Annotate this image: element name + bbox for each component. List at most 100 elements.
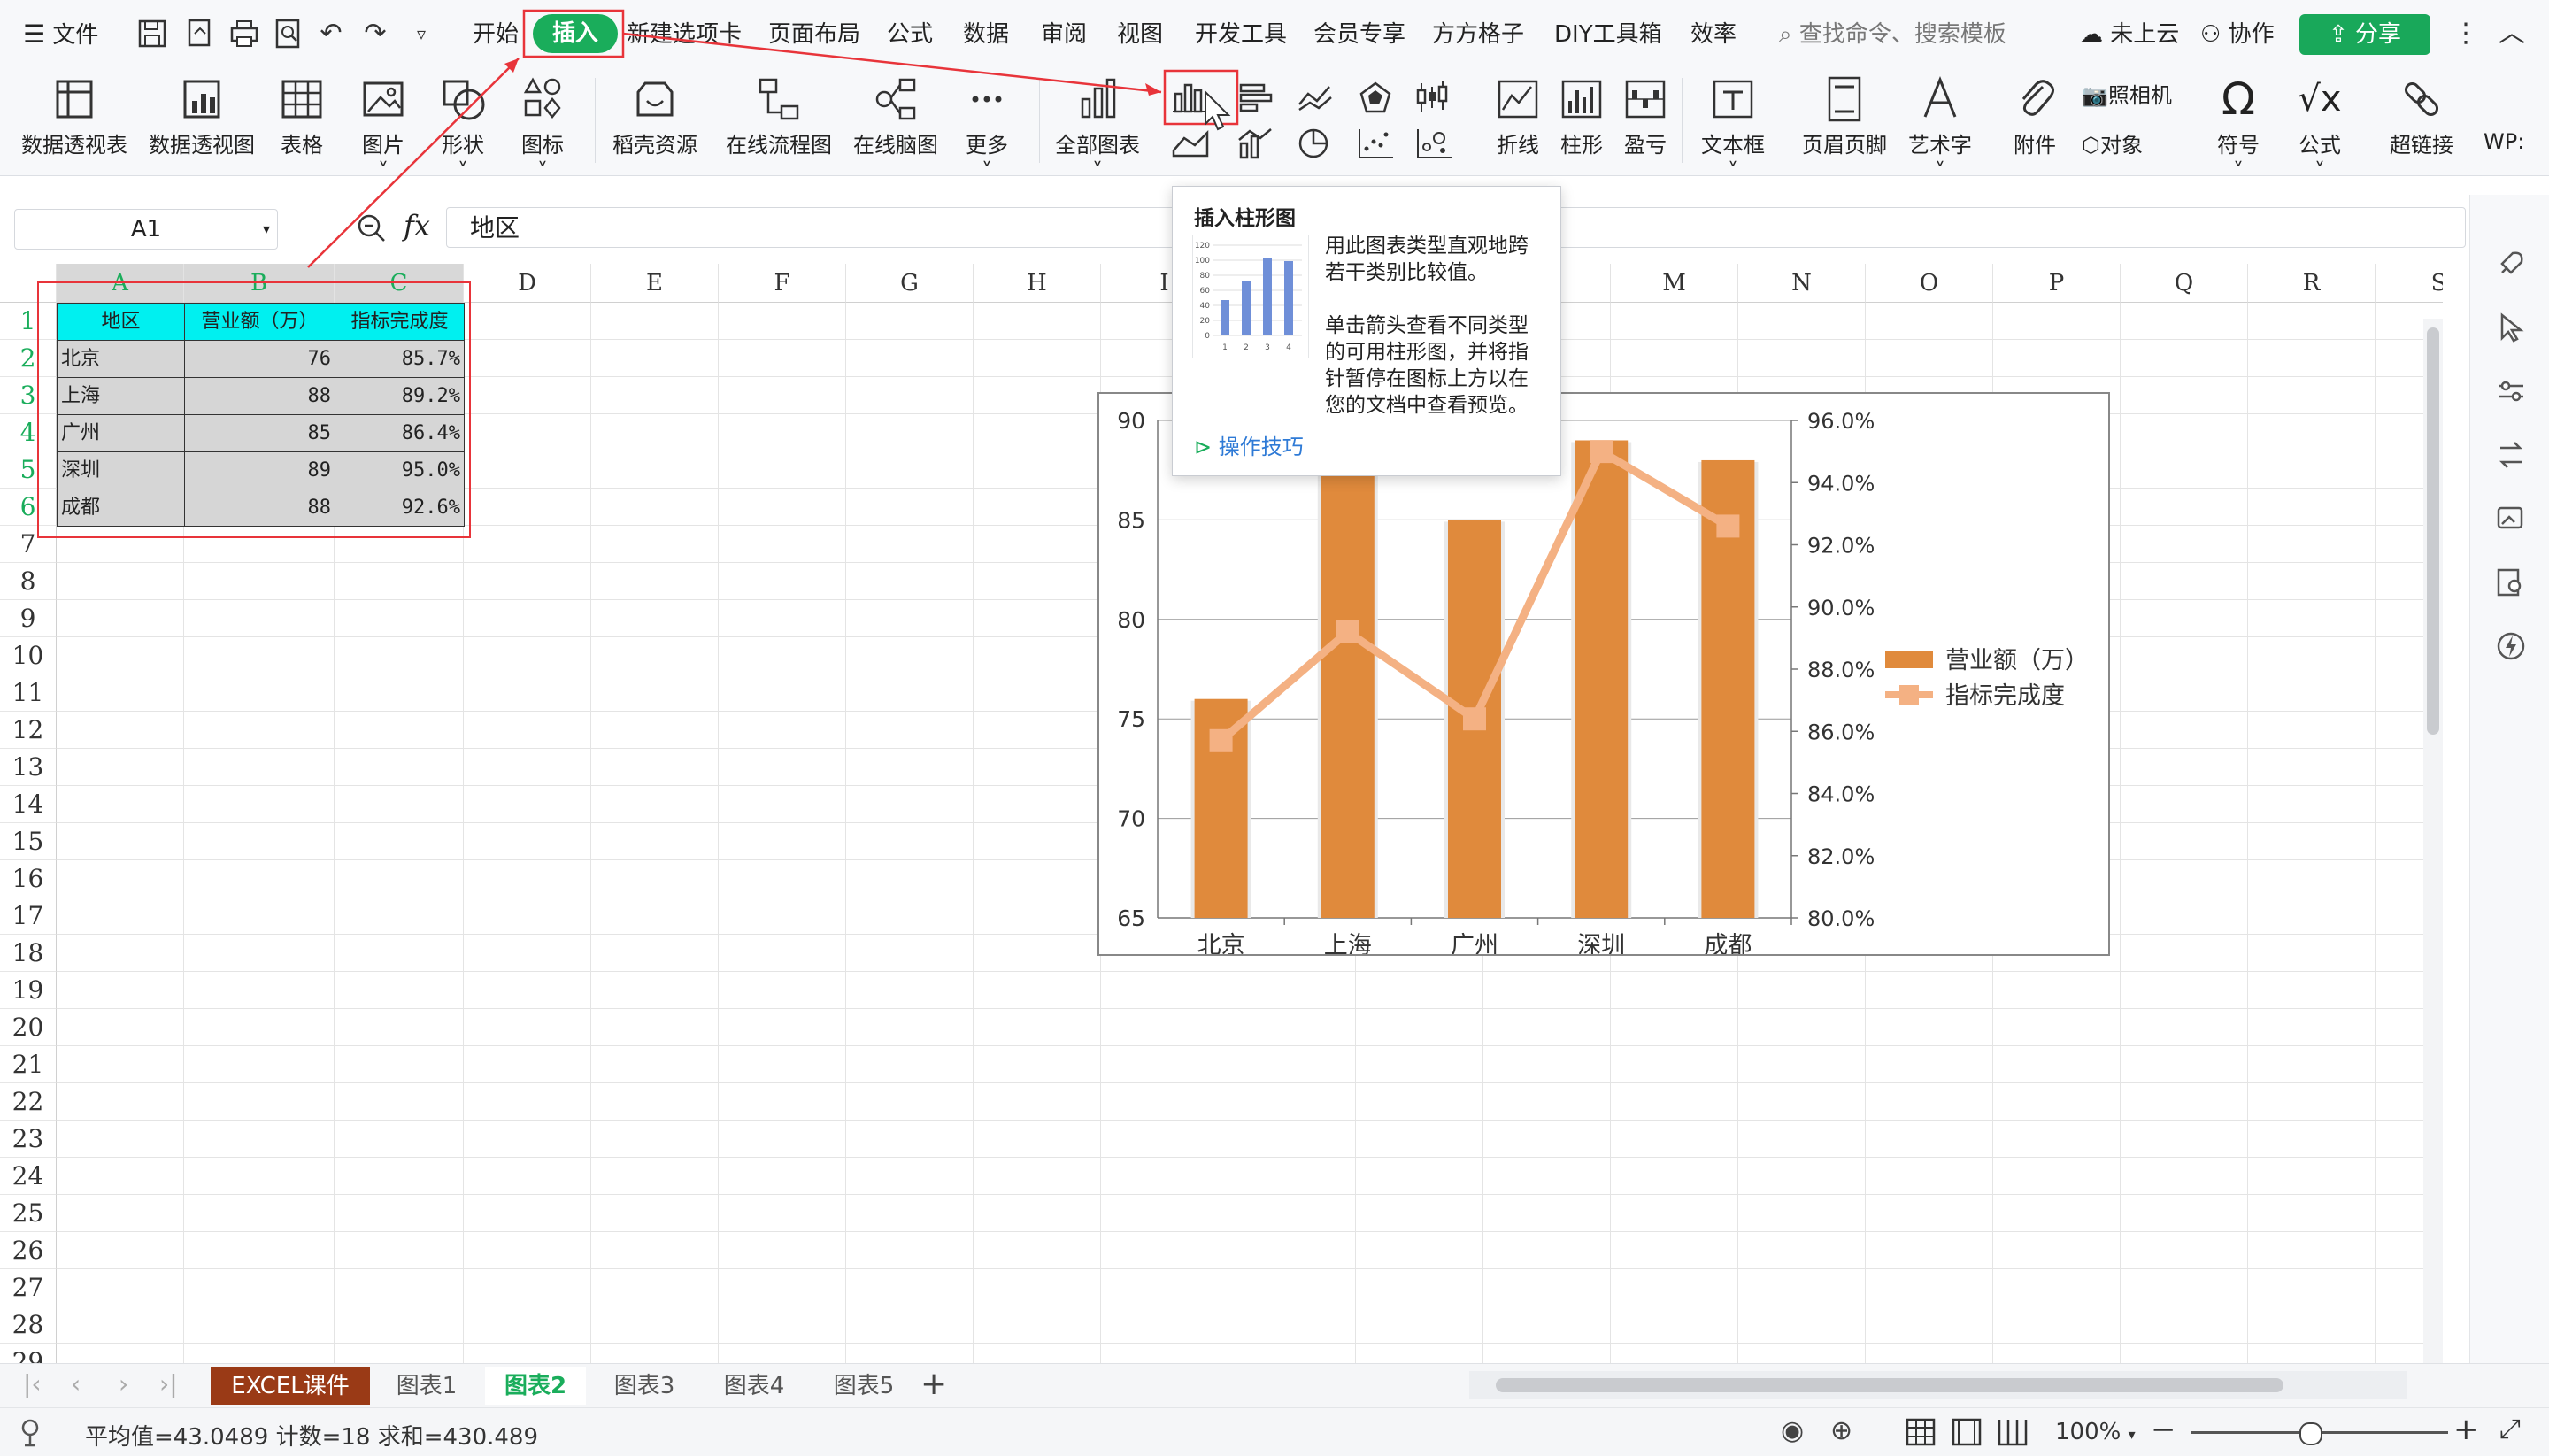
eye-protection-icon[interactable]: ◉ [1781,1415,1804,1446]
row-header[interactable]: 14 [0,786,57,823]
row-header[interactable]: 8 [0,563,57,600]
pivot-table-button[interactable]: 数据透视表 [21,74,127,158]
row-header[interactable]: 22 [0,1083,57,1121]
fullscreen-icon[interactable]: ⤢ [2499,1414,2521,1444]
sheet-tab-chart3[interactable]: 图表3 [598,1367,690,1405]
customize-chevron-icon[interactable]: ▿ [405,18,437,50]
sheet-tab-chart5[interactable]: 图表5 [818,1367,910,1405]
table-header-cell[interactable]: 营业额（万） [184,303,335,341]
pie-chart-icon[interactable] [1294,124,1340,163]
select-all-corner[interactable] [0,264,57,303]
table-cell[interactable]: 89 [184,451,335,489]
wordart-button[interactable]: 艺术字 ˅ [1908,74,1972,183]
lightning-icon[interactable] [2495,630,2527,662]
row-header[interactable]: 12 [0,712,57,749]
table-cell[interactable]: 广州 [57,414,185,452]
tab-efficiency[interactable]: 效率 [1690,12,1737,57]
rocket-icon[interactable] [2495,248,2527,280]
camera-button[interactable]: 📷照相机 [2082,78,2172,109]
cloud-status[interactable]: ☁ 未上云 [2080,12,2179,57]
row-header[interactable]: 29 [0,1344,57,1363]
tab-insert[interactable]: 插入 [533,14,619,53]
fx-icon[interactable]: fx [404,209,430,243]
row-header[interactable]: 19 [0,972,57,1009]
column-header[interactable]: B [184,264,335,303]
row-header[interactable]: 20 [0,1009,57,1046]
row-header[interactable]: 1 [0,303,57,340]
share-button[interactable]: ⇪ 分享 [2299,14,2430,55]
row-header[interactable]: 9 [0,600,57,637]
all-charts-button[interactable]: 全部图表 ˅ [1055,74,1140,183]
table-cell[interactable]: 深圳 [57,451,185,489]
transfer-icon[interactable] [2495,439,2527,471]
combo-chart[interactable]: 90 85 80 75 70 65 96.0% 94.0% 92.0% 90.0% 88.0% 86.… [1097,392,2110,959]
table-header-cell[interactable]: 指标完成度 [335,303,465,341]
column-header[interactable]: H [974,264,1101,303]
zoom-formula-icon[interactable] [356,212,388,244]
icon-library-button[interactable]: 图标 ˅ [517,74,568,183]
header-footer-button[interactable]: 页眉页脚 [1802,74,1887,158]
sheet-tab-excel[interactable]: EXCEL课件 [211,1367,370,1405]
row-header[interactable]: 26 [0,1232,57,1269]
tab-diy[interactable]: DIY工具箱 [1554,12,1662,57]
vertical-scrollbar[interactable] [2423,319,2443,1363]
collab-button[interactable]: ⚇ 协作 [2200,12,2275,57]
tab-review[interactable]: 审阅 [1041,12,1087,57]
table-cell[interactable]: 成都 [57,489,185,527]
formula-button[interactable]: √x 公式 ˅ [2294,74,2345,183]
scatter-chart-icon[interactable] [1354,124,1400,163]
bar-chart-icon[interactable] [1234,78,1280,117]
mindmap-button[interactable]: 在线脑图 [853,74,938,158]
table-cell[interactable]: 88 [184,377,335,415]
table-cell[interactable]: 92.6% [335,489,465,527]
redo-icon[interactable]: ↷ [359,18,391,50]
row-header[interactable]: 21 [0,1046,57,1083]
column-header[interactable]: P [1993,264,2121,303]
combo-chart-icon[interactable] [1234,124,1280,163]
page-layout-view-icon[interactable] [1951,1417,1983,1447]
row-header[interactable]: 23 [0,1121,57,1158]
first-sheet-icon[interactable]: |‹ [23,1369,42,1398]
row-header[interactable]: 4 [0,414,57,451]
macro-record-icon[interactable] [18,1417,50,1449]
tab-view[interactable]: 视图 [1117,12,1163,57]
zoom-in-icon[interactable]: + [2453,1412,2479,1447]
save-icon[interactable] [136,18,168,50]
picture-button[interactable]: 图片 ˅ [358,74,409,183]
normal-view-icon[interactable] [1905,1417,1937,1447]
line-chart-icon[interactable] [1294,78,1340,117]
table-cell[interactable]: 95.0% [335,451,465,489]
sheet-tab-chart4[interactable]: 图表4 [708,1367,800,1405]
stock-chart-icon[interactable] [1413,78,1459,117]
row-header[interactable]: 24 [0,1158,57,1195]
table-button[interactable]: 表格 [276,74,327,158]
column-header[interactable]: F [719,264,846,303]
column-header[interactable]: E [591,264,719,303]
print-icon[interactable] [228,18,260,50]
column-header[interactable]: M [1611,264,1738,303]
zoom-slider-thumb[interactable] [2299,1422,2322,1445]
sheet-tab-chart2[interactable]: 图表2 [485,1367,586,1405]
textbox-button[interactable]: 文本框 ˅ [1701,74,1765,183]
tab-home[interactable]: 开始 [473,12,519,57]
tab-new[interactable]: 新建选项卡 [627,12,742,57]
row-header[interactable]: 27 [0,1269,57,1306]
file-menu[interactable]: ☰ 文件 [23,12,98,57]
cross-cursor-icon[interactable]: ⊕ [1830,1415,1852,1446]
zoom-out-icon[interactable]: − [2151,1412,2176,1447]
table-cell[interactable]: 88 [184,489,335,527]
tab-ffcell[interactable]: 方方格子 [1432,12,1524,57]
next-sheet-icon[interactable]: › [119,1369,128,1398]
row-header[interactable]: 3 [0,377,57,414]
column-chart-icon[interactable] [1168,78,1214,117]
row-header[interactable]: 10 [0,637,57,674]
wps-button[interactable]: WP: [2484,126,2524,154]
table-header-cell[interactable]: 地区 [57,303,185,341]
column-header[interactable]: Q [2121,264,2248,303]
row-header[interactable]: 7 [0,526,57,563]
undo-icon[interactable]: ↶ [315,18,347,50]
column-header[interactable]: S [2376,264,2443,303]
area-chart-icon[interactable] [1168,124,1214,163]
object-button[interactable]: ⬡对象 [2082,127,2143,158]
print-preview-icon[interactable] [273,18,304,50]
